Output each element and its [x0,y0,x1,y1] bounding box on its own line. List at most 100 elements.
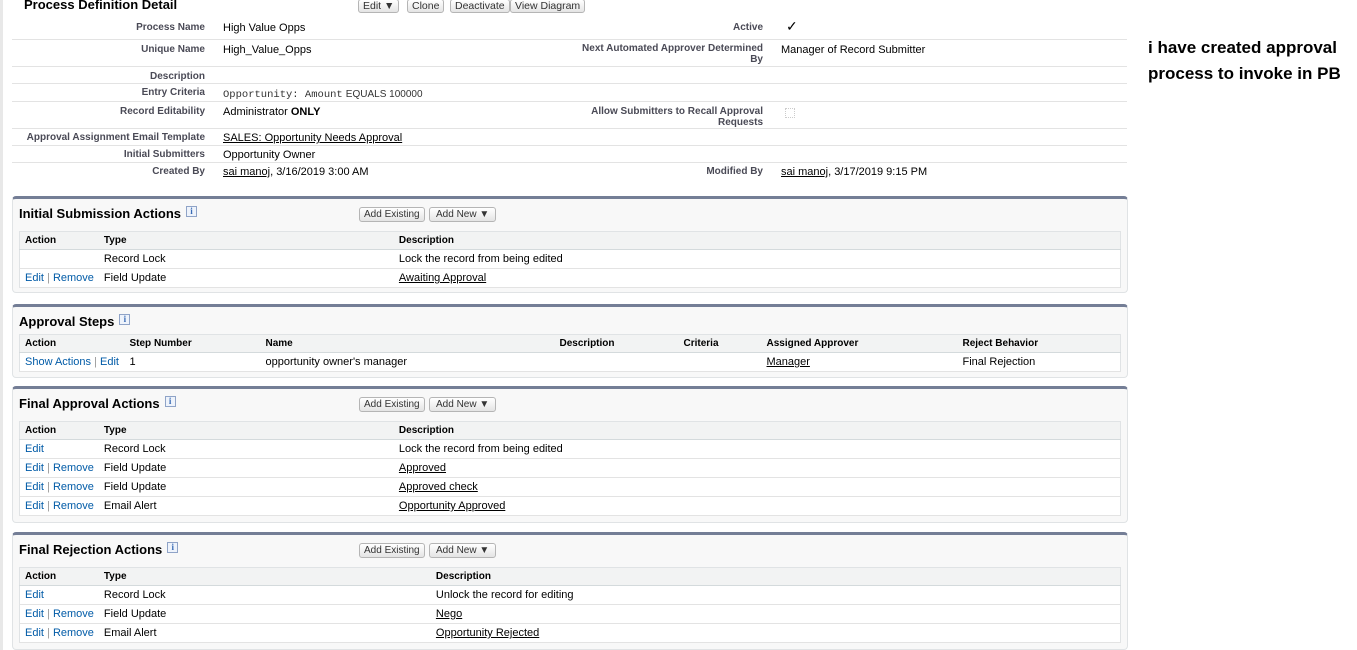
info-icon[interactable]: i [167,542,179,553]
edit-link[interactable]: Edit [100,356,119,368]
entry-criteria-condition: EQUALS 100000 [345,89,423,100]
cell-link[interactable]: Approved check [399,481,478,493]
column-header: Type [98,231,394,250]
table-header-row: Action Step Number Name Description Criteria… [19,334,1121,353]
clone-button[interactable]: Clone [407,0,445,13]
info-icon[interactable]: i [186,206,198,217]
edit-link[interactable]: Edit [25,481,44,493]
column-header: Description [430,567,1121,586]
table-cell: opportunity owner's manager [260,352,555,372]
remove-link[interactable]: Remove [53,481,94,493]
next-approver-value: Manager of Record Submitter [781,44,926,56]
cell-link[interactable]: Opportunity Rejected [436,627,539,639]
action-cell: Edit | Remove [19,604,99,624]
final-rejection-panel: Final Rejection Actions i Add Existing Add … [12,532,1128,650]
action-cell: Edit | Remove [19,496,99,516]
section-title-text: Final Rejection Actions [19,542,163,557]
unique-name-label: Unique Name [141,44,205,55]
remove-link[interactable]: Remove [53,500,94,512]
add-new-button[interactable]: Add New ▼ [429,207,497,222]
action-cell: Show Actions | Edit [19,352,125,372]
table-row: Edit | Remove Email Alert Opportunity Reje… [19,623,1121,643]
table-cell: Field Update [98,477,394,497]
column-header: Description [554,334,679,353]
email-template-label: Approval Assignment Email Template [26,132,205,143]
remove-link[interactable]: Remove [53,627,94,639]
edit-link[interactable]: Edit [25,589,44,601]
active-label: Active [732,22,763,33]
table-cell: Final Rejection [957,352,1121,372]
table-cell: Awaiting Approval [393,268,1121,288]
modified-by-label: Modified By [706,166,763,177]
created-by-value: sai manoj, 3/16/2019 3:00 AM [223,166,369,178]
table-row: Edit Record Lock Lock the record from bein… [19,439,1121,459]
separator: | [47,500,50,512]
detail-section: Process Name High Value Opps Active ✓ Un… [12,18,1127,181]
table-cell: Approved [393,458,1121,478]
next-approver-label: Next Automated Approver Determined By [582,43,763,65]
initial-submitters-value: Opportunity Owner [223,149,316,161]
created-by-user-link[interactable]: sai manoj [223,166,270,178]
separator: | [94,356,97,368]
table-cell: Record Lock [98,585,431,605]
cell-text: 1 [129,356,136,368]
add-existing-button[interactable]: Add Existing [359,543,425,558]
edit-dropdown-button[interactable]: Edit ▼ [358,0,400,13]
edit-link[interactable]: Edit [25,272,44,284]
column-header: Type [98,567,431,586]
remove-link[interactable]: Remove [53,462,94,474]
modified-by-date: , 3/17/2019 9:15 PM [828,166,928,178]
modified-by-user-link[interactable]: sai manoj [781,166,828,178]
cell-link[interactable]: Opportunity Approved [399,500,505,512]
deactivate-button[interactable]: Deactivate [450,0,510,13]
remove-link[interactable]: Remove [53,608,94,620]
info-icon[interactable]: i [164,396,176,407]
initial-submitters-label: Initial Submitters [123,149,205,160]
add-existing-button[interactable]: Add Existing [359,207,425,222]
detail-row: Entry Criteria Opportunity: Amount EQUAL… [12,84,1127,102]
table-cell: Nego [430,604,1121,624]
entry-criteria-value: Opportunity: Amount EQUALS 100000 [223,88,423,101]
allow-recall-checkbox [785,108,795,118]
edit-link[interactable]: Edit [25,627,44,639]
add-new-button[interactable]: Add New ▼ [429,543,497,558]
cell-link[interactable]: Approved [399,462,446,474]
table-row: Edit | Remove Field Update Awaiting Approv… [19,268,1121,288]
column-header: Type [98,421,394,440]
action-cell: Edit | Remove [19,477,99,497]
cell-link[interactable]: Awaiting Approval [399,272,486,284]
action-cell: Edit | Remove [19,623,99,643]
table-cell: Email Alert [98,623,431,643]
email-template-link[interactable]: SALES: Opportunity Needs Approval [223,132,402,144]
table-row: Show Actions | Edit 1 opportunity owner's … [19,352,1121,372]
action-cell: Edit | Remove [19,268,99,288]
edit-link[interactable]: Edit [25,462,44,474]
add-new-button[interactable]: Add New ▼ [429,397,497,412]
entry-criteria-label: Entry Criteria [141,87,205,98]
cell-text: Lock the record from being edited [398,443,563,455]
show-actions-link[interactable]: Show Actions [25,356,91,368]
info-icon[interactable]: i [119,314,131,325]
add-existing-button[interactable]: Add Existing [359,397,425,412]
cell-link[interactable]: Nego [436,608,462,620]
table-cell: Field Update [98,268,394,288]
edit-link[interactable]: Edit [25,443,44,455]
remove-link[interactable]: Remove [53,272,94,284]
initial-submission-panel: Initial Submission Actions i Add Existing A… [12,196,1128,293]
table-cell [678,352,762,372]
edit-link[interactable]: Edit [25,500,44,512]
separator: | [47,481,50,493]
detail-row: Approval Assignment Email Template SALES… [12,129,1127,146]
cell-link[interactable]: Manager [767,356,810,368]
cell-text: Email Alert [103,500,157,512]
table-cell: Email Alert [98,496,394,516]
initial-submission-table: Action Type Description Record Lock Lock the… [19,231,1121,288]
column-header: Assigned Approver [761,334,958,353]
view-diagram-button[interactable]: View Diagram [510,0,586,13]
detail-row: Process Name High Value Opps Active ✓ [12,18,1127,40]
column-header: Description [393,421,1121,440]
edit-link[interactable]: Edit [25,608,44,620]
cell-text: Record Lock [103,443,166,455]
table-row: Edit | Remove Field Update Approved [19,458,1121,478]
table-cell: Lock the record from being edited [393,439,1121,459]
